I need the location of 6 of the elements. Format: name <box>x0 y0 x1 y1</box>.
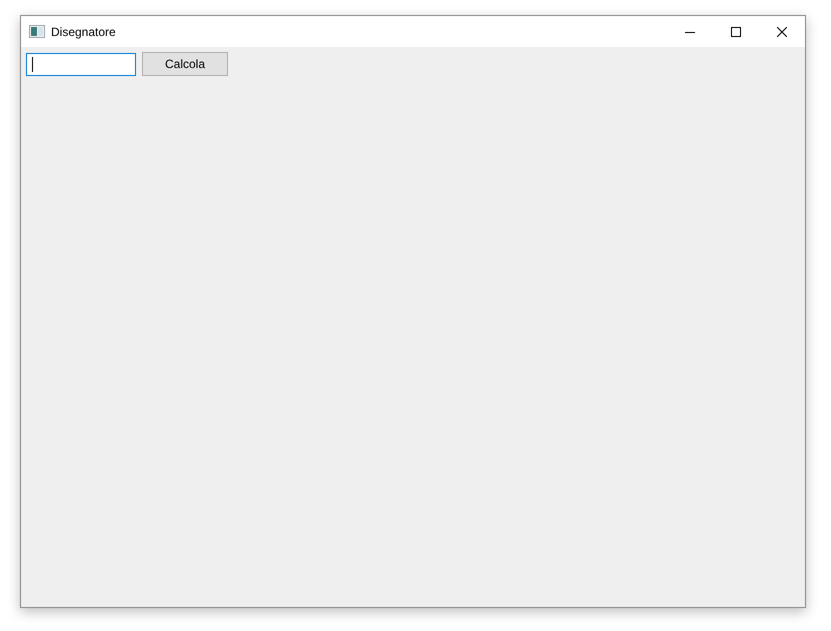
close-icon <box>777 26 787 36</box>
calculate-button[interactable]: Calcola <box>142 52 228 76</box>
app-icon <box>29 25 45 38</box>
input-field[interactable] <box>26 53 136 76</box>
maximize-icon <box>731 26 741 36</box>
window-title: Disegnatore <box>51 24 116 40</box>
